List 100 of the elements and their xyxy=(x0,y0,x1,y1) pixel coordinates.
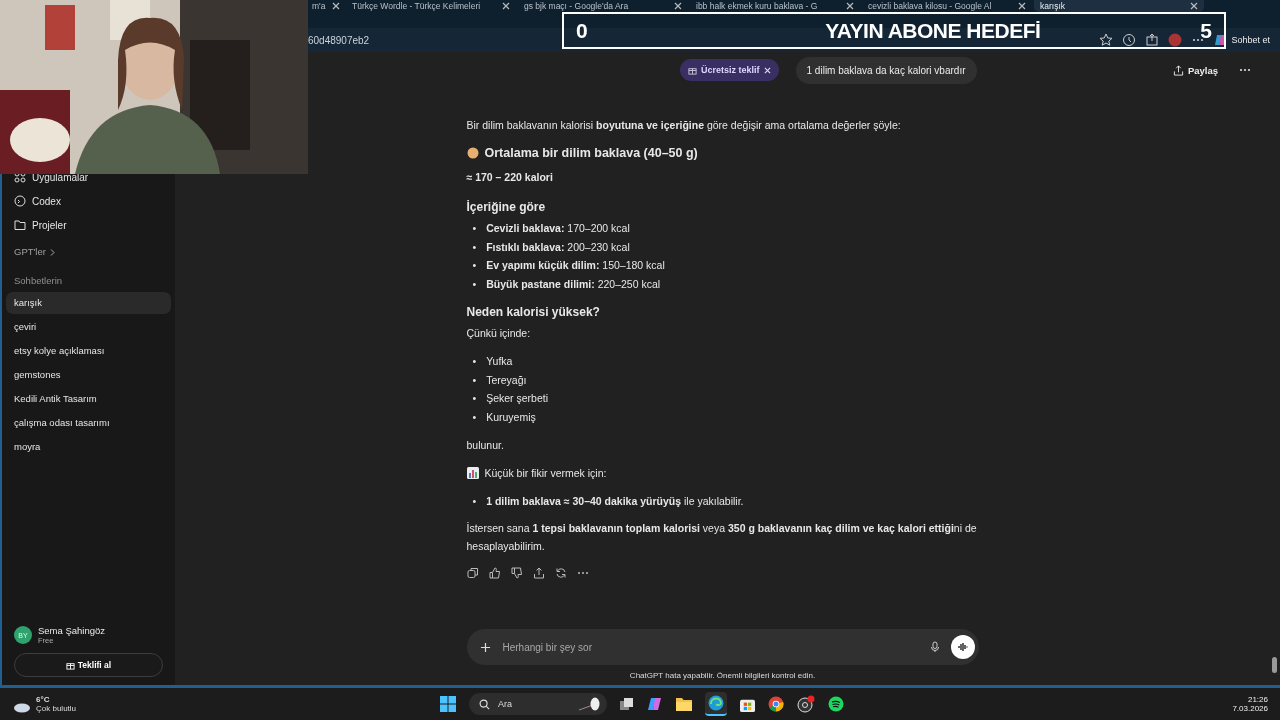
list-item: Şeker şerbeti xyxy=(486,391,549,407)
copy-icon[interactable] xyxy=(466,567,479,580)
share-button[interactable]: Paylaş xyxy=(1166,63,1224,77)
list-bullet: • xyxy=(472,493,477,509)
gpts-link[interactable]: GPT'ler xyxy=(14,244,46,260)
folder-icon[interactable] xyxy=(676,697,692,711)
plus-icon[interactable] xyxy=(479,641,491,653)
folder-icon[interactable] xyxy=(14,219,26,231)
copilot-icon[interactable] xyxy=(647,696,663,712)
list-bullet: • xyxy=(472,239,477,255)
list-item: Ev yapımı küçük dilim: 150–180 kcal xyxy=(486,258,665,274)
close-icon[interactable] xyxy=(332,2,340,10)
microphone-icon[interactable] xyxy=(928,641,941,653)
browser-tab[interactable]: cevizli baklava kilosu - Google Al xyxy=(862,0,1032,12)
nav-item[interactable]: Projeler xyxy=(32,219,67,231)
voice-button[interactable] xyxy=(950,635,975,659)
user-name: Sema Şahingöz xyxy=(38,625,106,636)
list-item: Yufka xyxy=(486,353,513,369)
answer-heading: Neden kalorisi yüksek? xyxy=(466,303,600,321)
browser-tab[interactable]: karışık xyxy=(1034,0,1204,12)
browser-tab[interactable]: Türkçe Wordle - Türkçe Kelimeleri xyxy=(346,0,516,12)
answer-heading: Ortalama bir dilim baklava (40–50 g) xyxy=(484,145,698,162)
answer-text: bulunur. xyxy=(466,437,504,453)
chat-item[interactable]: Kedili Antik Tasarım xyxy=(6,388,171,410)
thumbs-down-icon[interactable] xyxy=(510,567,523,580)
terminal-icon[interactable] xyxy=(14,195,26,207)
star-icon[interactable] xyxy=(1099,33,1114,47)
temperature: 6°C xyxy=(36,695,51,704)
close-icon[interactable] xyxy=(846,2,854,10)
regenerate-icon[interactable] xyxy=(554,567,567,580)
answer-text: İstersen sana 1 tepsi baklavanın toplam kalorisi veya 350 g baklavanın kaç dilim ve kaç kalori ettiğini de hesaplayabilirim. xyxy=(466,521,978,555)
list-item: Cevizli baklava: 170–200 kcal xyxy=(486,221,630,236)
answer-text: Çünkü içinde: xyxy=(466,325,531,341)
offer-button[interactable]: Teklifi al xyxy=(14,653,163,677)
search-field[interactable]: Ara xyxy=(469,693,607,715)
task-view-icon[interactable] xyxy=(620,697,634,711)
chevron-right-icon[interactable] xyxy=(49,248,55,256)
close-icon[interactable] xyxy=(763,66,771,74)
browser-tab[interactable]: gs bjk maçı - Google'da Ara xyxy=(518,0,688,12)
message-field[interactable]: Herhangi bir şey sor xyxy=(466,629,979,665)
list-item: Büyük pastane dilimi: 220–250 kcal xyxy=(486,277,661,293)
thumbs-up-icon[interactable] xyxy=(488,567,501,580)
list-item: 1 dilim baklava ≈ 30–40 dakika yürüyüş ile yakılabilir. xyxy=(486,493,744,509)
disclaimer-text: ChatGPT hata yapabilir. Önemli bilgileri kontrol edin. xyxy=(629,671,816,680)
recorder-icon[interactable] xyxy=(797,695,815,713)
goal-count: 5 xyxy=(1200,18,1212,43)
chrome-icon[interactable] xyxy=(768,696,784,712)
clock-time[interactable]: 21:26 xyxy=(1247,695,1268,704)
search-placeholder: Ara xyxy=(498,699,512,709)
close-icon[interactable] xyxy=(1018,2,1026,10)
answer-heading: Küçük bir fikir vermek için: xyxy=(484,465,607,481)
gift-icon xyxy=(65,660,75,670)
list-bullet: • xyxy=(472,353,477,369)
chat-item[interactable]: gemstones xyxy=(6,364,171,386)
clock-date[interactable]: 7.03.2026 xyxy=(1232,704,1268,713)
chat-button[interactable]: Sohbet et xyxy=(1214,33,1270,47)
cookie-icon xyxy=(466,147,479,159)
apps-icon[interactable] xyxy=(14,171,26,183)
chart-icon xyxy=(466,466,479,479)
search-icon xyxy=(479,698,490,710)
scrollbar-thumb[interactable] xyxy=(1272,657,1277,673)
offer-badge[interactable]: Ücretsiz teklif xyxy=(680,59,779,81)
message-input[interactable]: Herhangi bir şey sor xyxy=(500,640,919,654)
goal-count: 0 xyxy=(576,18,588,43)
chat-item[interactable]: çeviri xyxy=(6,316,171,338)
browser-tab[interactable]: ibb halk ekmek kuru baklava - G xyxy=(690,0,860,12)
nav-item[interactable]: Uygulamalar xyxy=(32,171,89,183)
list-bullet: • xyxy=(472,258,477,274)
section-label: Sohbetlerin xyxy=(13,274,64,288)
list-bullet: • xyxy=(472,409,477,425)
list-bullet: • xyxy=(472,391,477,407)
nav-item[interactable]: Codex xyxy=(32,195,61,207)
answer-heading: ≈ 170 – 220 kalori xyxy=(466,170,553,185)
address-field[interactable]: 60d48907eb2 xyxy=(308,34,370,46)
weather-text: Çok bulutlu xyxy=(36,704,77,713)
answer-heading: İçeriğine göre xyxy=(466,199,546,216)
goal-title: YAYIN ABONE HEDEFİ xyxy=(825,18,1041,43)
close-icon[interactable] xyxy=(674,2,682,10)
windows-icon[interactable] xyxy=(440,696,456,712)
spotify-icon[interactable] xyxy=(828,696,844,712)
browser-tab[interactable]: m'a xyxy=(308,0,344,12)
share-icon xyxy=(1172,64,1184,76)
history-icon[interactable] xyxy=(1122,33,1137,47)
user-message: 1 dilim baklava da kaç kalori vbardır xyxy=(795,56,977,84)
list-item: Fıstıklı baklava: 200–230 kcal xyxy=(486,239,630,255)
share-icon[interactable] xyxy=(1145,33,1160,47)
list-item: Tereyağı xyxy=(486,372,527,388)
waveform-icon xyxy=(956,641,969,653)
list-item: Kuruyemiş xyxy=(486,409,536,425)
chat-item[interactable]: moyra xyxy=(6,436,171,458)
chat-item[interactable]: çalışma odası tasarımı xyxy=(6,412,171,434)
share-icon[interactable] xyxy=(532,567,545,580)
answer-text: Bir dilim baklavanın kalorisi boyutuna ve içeriğine göre değişir ama ortalama değerler şöyle: xyxy=(466,118,901,133)
edge-icon[interactable] xyxy=(708,695,724,711)
close-icon[interactable] xyxy=(1190,2,1198,10)
chat-item[interactable]: etsy kolye açıklaması xyxy=(6,340,171,362)
list-bullet: • xyxy=(472,277,477,293)
close-icon[interactable] xyxy=(502,2,510,10)
list-bullet: • xyxy=(472,372,477,388)
chat-item[interactable]: karışık xyxy=(6,292,171,314)
